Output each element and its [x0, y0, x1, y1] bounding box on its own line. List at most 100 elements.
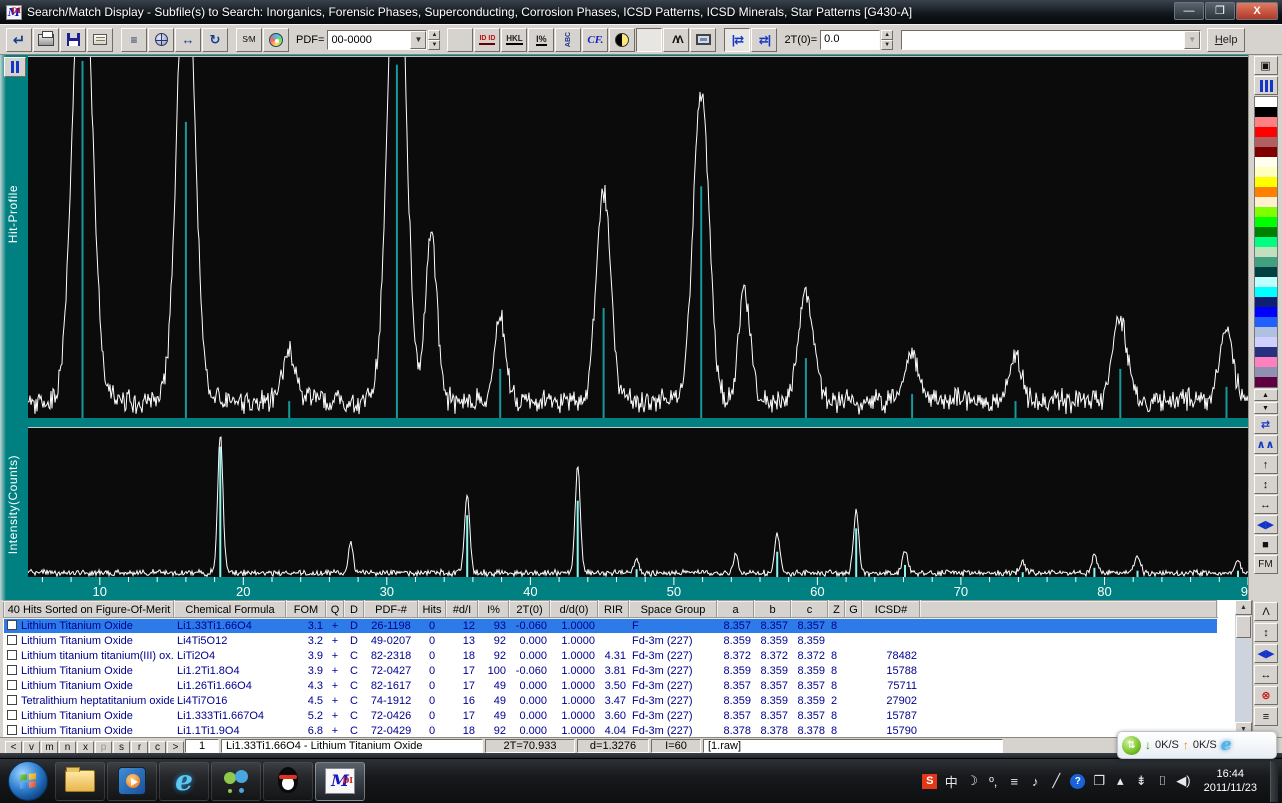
table-cell[interactable]: 8	[828, 648, 845, 663]
help-button[interactable]: Help	[1207, 28, 1245, 52]
ime-chinese-icon[interactable]: 中	[944, 772, 958, 791]
table-cell[interactable]: 15790	[862, 723, 920, 737]
column-header[interactable]: Chemical Formula	[174, 601, 286, 618]
table-cell[interactable]: 92	[478, 648, 509, 663]
expand-vertical-button[interactable]: ↕	[1254, 475, 1278, 494]
moon-icon[interactable]: ☽	[965, 773, 979, 789]
table-cell[interactable]: 0.000	[509, 678, 550, 693]
table-cell[interactable]: 13	[446, 633, 478, 648]
preview-button[interactable]	[690, 28, 716, 52]
table-cell[interactable]: 8.357	[754, 708, 791, 723]
pane-divider[interactable]	[28, 418, 1248, 427]
help-tray-icon[interactable]: ?	[1070, 774, 1085, 789]
table-cell[interactable]: 17	[446, 663, 478, 678]
table-cell[interactable]: Li1.2Ti1.8O4	[174, 663, 286, 678]
table-cell[interactable]: 18	[446, 648, 478, 663]
chevron-down-icon[interactable]: ▼	[410, 31, 426, 49]
table-cell[interactable]: Fd-3m (227)	[629, 693, 717, 708]
table-cell[interactable]: 4.3	[286, 678, 326, 693]
table-cell[interactable]: 8	[828, 678, 845, 693]
start-button[interactable]	[8, 761, 48, 801]
show-desktop-button[interactable]	[1270, 761, 1278, 802]
table-cell[interactable]: Fd-3m (227)	[629, 663, 717, 678]
table-cell[interactable]: 0.000	[509, 723, 550, 737]
table-cell[interactable]	[845, 618, 862, 633]
table-cell[interactable]: 8.359	[754, 663, 791, 678]
table-cell[interactable]: 8.372	[717, 648, 754, 663]
table-cell[interactable]: 3.9	[286, 663, 326, 678]
column-header[interactable]: Hits	[418, 601, 446, 618]
safety-ball-icon[interactable]: ⇅	[1122, 736, 1141, 755]
table-cell[interactable]: 4.5	[286, 693, 326, 708]
palette-swatch[interactable]	[1255, 177, 1277, 187]
table-cell[interactable]: 93	[478, 618, 509, 633]
close-button[interactable]: X	[1236, 2, 1278, 20]
row-checkbox[interactable]	[7, 650, 17, 660]
palette-swatch[interactable]	[1255, 357, 1277, 367]
table-cell[interactable]: 72-0429	[364, 723, 418, 737]
jade-app[interactable]: MDI	[315, 762, 365, 801]
palette-swatch[interactable]	[1255, 137, 1277, 147]
table-split-horizontal-button[interactable]: ◀▶	[1254, 644, 1278, 663]
palette-swatch[interactable]	[1255, 107, 1277, 117]
row-checkbox[interactable]	[7, 635, 17, 645]
column-header[interactable]: a	[717, 601, 754, 618]
column-header[interactable]: G	[845, 601, 862, 618]
table-row[interactable]: Lithium Titanium OxideLi1.1Ti1.9O46.8+C7…	[4, 723, 1217, 737]
table-cell[interactable]: 8.357	[754, 618, 791, 633]
table-cell[interactable]: 1.0000	[550, 678, 598, 693]
return-button[interactable]: ↵	[6, 28, 32, 52]
hkl-button[interactable]: HKL	[501, 28, 527, 52]
explorer-app[interactable]	[55, 762, 105, 801]
table-cell[interactable]	[845, 723, 862, 737]
palette-swatch[interactable]	[1255, 247, 1277, 257]
column-header[interactable]: PDF-#	[364, 601, 418, 618]
table-cell[interactable]: 8.357	[717, 618, 754, 633]
table-cell[interactable]: Fd-3m (227)	[629, 633, 717, 648]
power-plug-icon[interactable]: ⇟	[1134, 773, 1148, 789]
table-cell[interactable]: +	[326, 723, 344, 737]
table-cell[interactable]	[845, 648, 862, 663]
table-cell[interactable]: 2	[828, 693, 845, 708]
table-cell[interactable]: Lithium Titanium Oxide	[4, 708, 174, 723]
column-header[interactable]: d/d(0)	[550, 601, 598, 618]
table-row[interactable]: Lithium Titanium OxideLi1.333Ti1.667O45.…	[4, 708, 1217, 723]
hit-profile-chart[interactable]	[28, 56, 1248, 418]
palette-scroll-up[interactable]: ▲	[1254, 389, 1278, 401]
table-cell[interactable]: 0.000	[509, 693, 550, 708]
palette-swatch[interactable]	[1255, 127, 1277, 137]
table-row[interactable]: Lithium Titanium OxideLi1.2Ti1.8O43.9+C7…	[4, 663, 1217, 678]
row-checkbox[interactable]	[7, 680, 17, 690]
table-cell[interactable]: 0	[418, 648, 446, 663]
table-cell[interactable]: 15788	[862, 663, 920, 678]
table-cell[interactable]: 27902	[862, 693, 920, 708]
invert-button[interactable]	[609, 28, 635, 52]
column-header[interactable]: 2T(0)	[509, 601, 550, 618]
table-cell[interactable]: Fd-3m (227)	[629, 708, 717, 723]
table-cell[interactable]: 0.000	[509, 708, 550, 723]
table-cell[interactable]: 1.0000	[550, 648, 598, 663]
table-cell[interactable]: LiTi2O4	[174, 648, 286, 663]
ink-icon[interactable]: º,	[986, 774, 1000, 789]
table-cell[interactable]: 18	[446, 723, 478, 737]
palette-swatch[interactable]	[1255, 207, 1277, 217]
fit-right-button[interactable]: ⇄|	[751, 28, 777, 52]
column-header[interactable]: RIR	[598, 601, 629, 618]
table-cell[interactable]: Fd-3m (227)	[629, 648, 717, 663]
spinner-control[interactable]: ▲▼	[881, 30, 893, 50]
table-row[interactable]: Lithium Titanium OxideLi1.26Ti1.66O44.3+…	[4, 678, 1217, 693]
table-cell[interactable]: C	[344, 708, 364, 723]
table-cell[interactable]: 26-1198	[364, 618, 418, 633]
chevron-up-button[interactable]: ∧∧	[1254, 435, 1278, 454]
table-cell[interactable]: 5.2	[286, 708, 326, 723]
phase-combobox[interactable]: ▼	[901, 30, 1201, 50]
table-cell[interactable]: Li1.26Ti1.66O4	[174, 678, 286, 693]
table-cell[interactable]: 3.47	[598, 693, 629, 708]
table-cell[interactable]: 0	[418, 633, 446, 648]
table-cell[interactable]: Lithium Titanium Oxide	[4, 723, 174, 737]
column-header[interactable]: c	[791, 601, 828, 618]
table-cell[interactable]: 8.378	[717, 723, 754, 737]
minimize-button[interactable]: —	[1174, 2, 1204, 20]
palette-swatch[interactable]	[1255, 257, 1277, 267]
pan-button[interactable]: ⇄	[1254, 415, 1278, 434]
